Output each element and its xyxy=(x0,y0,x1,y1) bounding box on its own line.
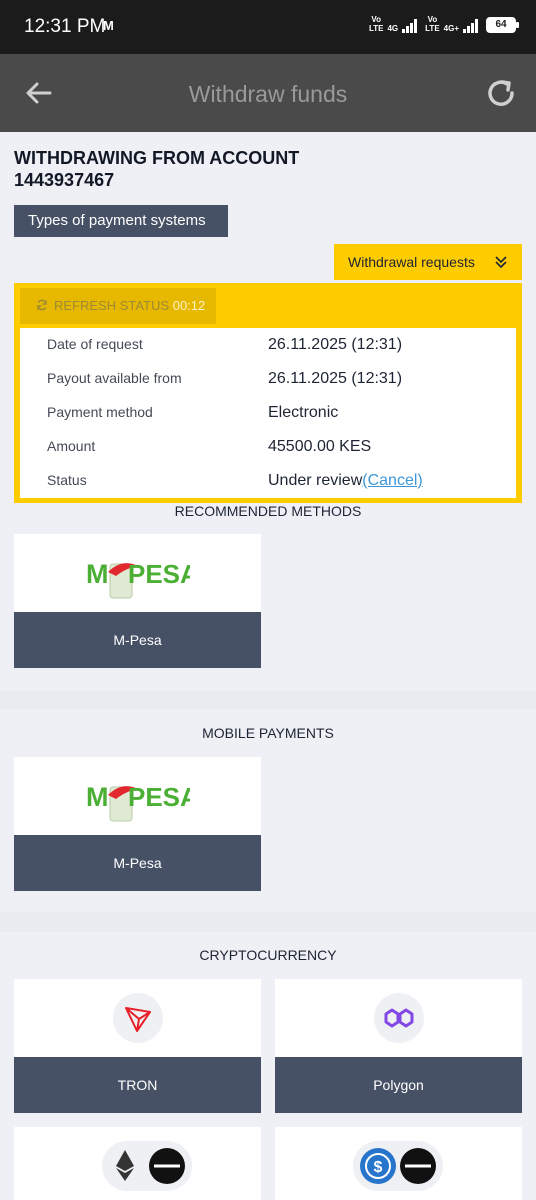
double-chevron-down-icon xyxy=(495,256,507,269)
mpesa-logo: M PESA xyxy=(14,534,261,612)
svg-text:M: M xyxy=(86,559,109,589)
request-row-payout: Payout available from 26.11.2025 (12:31) xyxy=(20,362,516,396)
request-label: Status xyxy=(47,472,87,488)
volte-icon: Vo LTE xyxy=(368,15,384,33)
battery-icon: 64 xyxy=(486,17,519,33)
payment-card-mpesa-mobile[interactable]: M PESA M-Pesa xyxy=(14,757,261,891)
payment-card-label: M-Pesa xyxy=(14,612,261,668)
payment-card-label: Polygon xyxy=(275,1057,522,1113)
refresh-icon[interactable] xyxy=(484,76,518,110)
polygon-icon xyxy=(374,993,424,1043)
network-4g-label: 4G xyxy=(387,24,399,33)
payment-card-tron[interactable]: TRON xyxy=(14,979,261,1113)
account-heading: WITHDRAWING FROM ACCOUNT 1443937467 xyxy=(14,148,300,190)
mpesa-logo: M PESA xyxy=(14,757,261,835)
payment-card-label: M-Pesa xyxy=(14,835,261,891)
page-title: Withdraw funds xyxy=(188,81,348,107)
gmail-notification-icon: M xyxy=(103,18,114,33)
volte-icon-2: Vo LTE xyxy=(425,15,440,33)
types-of-payment-systems-button[interactable]: Types of payment systems xyxy=(14,205,228,237)
withdrawal-requests-label: Withdrawal requests xyxy=(348,254,475,270)
refresh-status-button[interactable]: REFRESH STATUS 00:12 xyxy=(20,288,216,324)
sync-icon xyxy=(37,299,47,311)
request-label: Payment method xyxy=(47,404,153,420)
section-title-mobile: MOBILE PAYMENTS xyxy=(202,725,334,741)
svg-text:PESA: PESA xyxy=(128,782,190,812)
svg-text:PESA: PESA xyxy=(128,559,190,589)
refresh-status-label: REFRESH STATUS xyxy=(54,298,170,313)
usdc-pair-icon: $ xyxy=(353,1141,443,1191)
status-bar: 12:31 PM M Vo LTE 4G Vo LTE 4G+ 64 xyxy=(0,0,536,54)
payment-card-ethereum[interactable] xyxy=(14,1127,261,1200)
request-row-status: Status Under review(Cancel) xyxy=(20,464,516,498)
payment-card-polygon[interactable]: Polygon xyxy=(275,979,522,1113)
network-4g-plus-label: 4G+ xyxy=(443,24,459,33)
mpesa-logo-icon: M PESA xyxy=(86,782,190,822)
request-row-method: Payment method Electronic xyxy=(20,396,516,430)
status-value: Under review xyxy=(268,472,363,489)
refresh-timer: 00:12 xyxy=(172,298,206,313)
payment-card-label: TRON xyxy=(14,1057,261,1113)
request-details: Date of request 26.11.2025 (12:31) Payou… xyxy=(20,328,516,498)
section-title-crypto: CRYPTOCURRENCY xyxy=(199,947,337,963)
request-row-date: Date of request 26.11.2025 (12:31) xyxy=(20,328,516,362)
request-label: Payout available from xyxy=(47,370,182,386)
ethereum-pair-icon xyxy=(102,1141,192,1191)
request-label: Amount xyxy=(47,438,96,454)
tron-icon xyxy=(113,993,163,1043)
request-row-amount: Amount 45500.00 KES xyxy=(20,430,516,464)
request-label: Date of request xyxy=(47,336,143,352)
app-bar: Withdraw funds xyxy=(0,54,536,132)
payment-card-usdc[interactable]: $ xyxy=(275,1127,522,1200)
request-value: Electronic xyxy=(268,404,339,421)
account-number: 1443937467 xyxy=(14,170,115,190)
mpesa-logo-icon: M PESA xyxy=(86,559,190,599)
withdrawal-requests-button[interactable]: Withdrawal requests xyxy=(334,244,522,280)
svg-text:M: M xyxy=(86,782,109,812)
signal-icon-2 xyxy=(463,19,478,33)
payment-card-mpesa-recommended[interactable]: M PESA M-Pesa xyxy=(14,534,261,668)
request-value: 26.11.2025 (12:31) xyxy=(268,336,403,353)
request-value: 26.11.2025 (12:31) xyxy=(268,370,403,387)
request-value: 45500.00 KES xyxy=(268,438,372,455)
svg-text:$: $ xyxy=(374,1159,383,1176)
section-divider xyxy=(0,690,536,710)
withdrawal-request-panel: REFRESH STATUS 00:12 Date of request 26.… xyxy=(14,283,522,503)
request-value: Under review(Cancel) xyxy=(268,472,423,490)
status-icons: Vo LTE 4G Vo LTE 4G+ 64 xyxy=(368,15,519,33)
section-divider xyxy=(0,912,536,932)
clock: 12:31 PM xyxy=(24,16,106,37)
cancel-request-link[interactable]: (Cancel) xyxy=(362,472,422,489)
signal-icon xyxy=(402,19,418,33)
section-title-recommended: RECOMMENDED METHODS xyxy=(174,503,362,519)
